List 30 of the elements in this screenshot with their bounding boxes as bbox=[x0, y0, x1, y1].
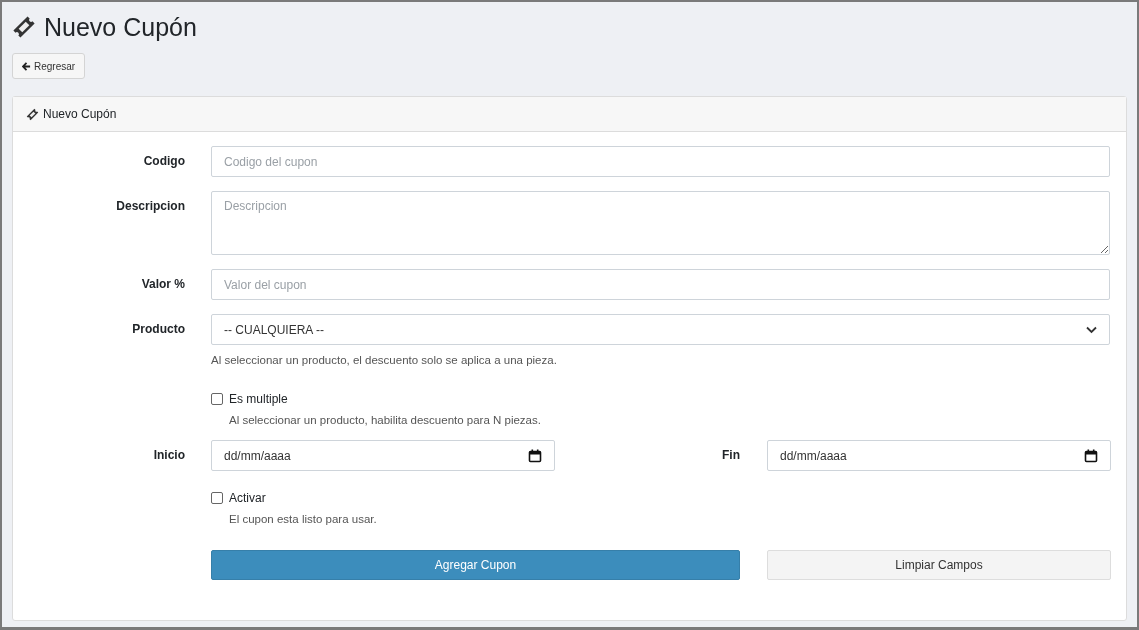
textarea-input[interactable]: Descripcion bbox=[211, 191, 1110, 255]
page-title: Nuevo Cupón bbox=[44, 12, 197, 42]
field-label: Descripcion bbox=[115, 198, 185, 213]
help-text: El cupon esta listo para usar. bbox=[228, 513, 378, 525]
card-title: Nuevo Cupón bbox=[43, 107, 117, 121]
checkbox-label: Activar bbox=[229, 491, 266, 505]
product-select[interactable]: -- CUALQUIERA -- bbox=[211, 314, 1110, 345]
field-label: Fin bbox=[721, 447, 740, 462]
date-input[interactable]: dd/mm/aaaa bbox=[211, 440, 555, 471]
calendar-icon[interactable] bbox=[528, 448, 542, 463]
field-label: Producto bbox=[131, 321, 185, 336]
back-arrow-icon bbox=[22, 61, 31, 71]
ticket-icon bbox=[12, 15, 36, 39]
field-label: Inicio bbox=[152, 447, 185, 462]
add-coupon-button[interactable]: Agregar Cupon bbox=[211, 550, 740, 580]
text-input[interactable]: Valor del cupon bbox=[211, 269, 1110, 300]
checkbox[interactable] bbox=[211, 393, 223, 405]
ticket-icon bbox=[26, 107, 39, 121]
date-input[interactable]: dd/mm/aaaa bbox=[767, 440, 1111, 471]
chevron-down-icon bbox=[1086, 325, 1097, 334]
text-input[interactable]: Codigo del cupon bbox=[211, 146, 1110, 177]
field-label: Codigo bbox=[142, 153, 185, 168]
checkbox-label: Es multiple bbox=[229, 392, 288, 406]
clear-fields-button[interactable]: Limpiar Campos bbox=[767, 550, 1111, 580]
back-button[interactable]: Regresar bbox=[12, 53, 86, 79]
checkbox[interactable] bbox=[211, 492, 223, 504]
help-text: Al seleccionar un producto, el descuento solo se aplica a una pieza. bbox=[211, 354, 558, 366]
help-text: Al seleccionar un producto, habilita descuento para N piezas. bbox=[228, 414, 542, 426]
field-label: Valor % bbox=[140, 276, 185, 291]
calendar-icon[interactable] bbox=[1084, 448, 1098, 463]
